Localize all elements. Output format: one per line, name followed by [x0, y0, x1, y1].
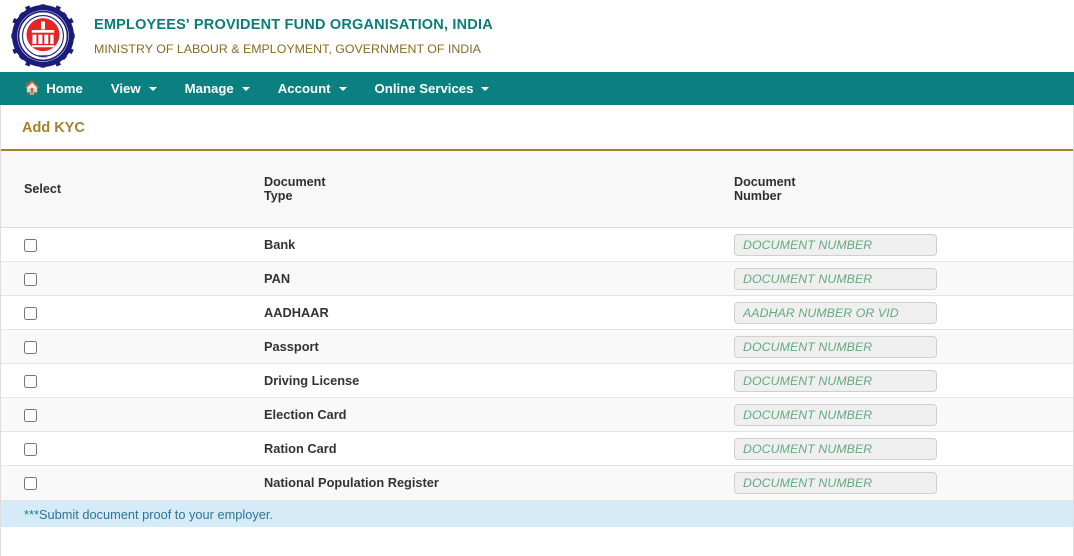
- status-notice: ***Submit document proof to your employe…: [1, 499, 1073, 527]
- document-type-label: Driving License: [264, 373, 360, 388]
- cell-other: [939, 261, 1073, 296]
- site-header: भारत EMPLOYEES' PROVIDENT FUND ORGANISAT…: [0, 0, 1074, 72]
- nav-item-account-label: Account: [277, 80, 331, 96]
- chevron-down-icon: [148, 87, 157, 91]
- nav-item-view-label: View: [110, 80, 141, 96]
- table-row: National Population Register: [1, 465, 1073, 500]
- document-number-input[interactable]: [734, 403, 937, 426]
- document-type-label: National Population Register: [264, 475, 439, 491]
- page-org-title: EMPLOYEES' PROVIDENT FUND ORGANISATION, …: [94, 16, 493, 33]
- cell-document-type: Bank: [119, 227, 355, 262]
- table-row: Driving License: [1, 363, 1073, 398]
- document-type-label: PAN: [264, 271, 291, 286]
- row-select-checkbox[interactable]: [24, 273, 37, 287]
- table-body: Bank PAN AADHAAR Passport Driving License Ele…: [1, 227, 1073, 500]
- column-header-select: Select: [1, 151, 119, 228]
- svg-text:भारत: भारत: [39, 55, 48, 60]
- cell-document-number: [355, 295, 937, 330]
- row-select-checkbox[interactable]: [24, 375, 37, 389]
- nav-item-account[interactable]: Account: [264, 72, 361, 104]
- cell-other: [939, 431, 1073, 466]
- cell-document-number: [355, 431, 937, 466]
- add-kyc-panel: Add KYC Select Document Type Document Nu…: [0, 105, 1074, 556]
- row-select-checkbox[interactable]: [24, 443, 37, 457]
- document-type-label: Bank: [264, 237, 296, 252]
- cell-select: [1, 363, 119, 398]
- cell-document-number: [355, 261, 937, 296]
- column-header-other: Other: [939, 151, 1073, 228]
- chevron-down-icon: [481, 87, 490, 91]
- cell-other: [939, 363, 1073, 398]
- column-header-document-type: Document Type: [119, 151, 355, 228]
- cell-other: [939, 397, 1073, 432]
- table-header-row: Select Document Type Document Number Nam…: [1, 151, 1073, 228]
- page-title: Add KYC: [22, 120, 85, 136]
- cell-document-number: [355, 227, 937, 262]
- cell-select: [1, 261, 119, 296]
- document-number-input[interactable]: [734, 437, 937, 460]
- cell-document-type: AADHAAR: [119, 295, 355, 330]
- document-number-input[interactable]: [734, 335, 937, 358]
- document-number-input[interactable]: [734, 471, 937, 494]
- nav-item-manage[interactable]: Manage: [171, 72, 264, 104]
- home-icon: 🏠: [24, 79, 41, 95]
- document-number-input[interactable]: [734, 369, 937, 392]
- document-type-label: Passport: [264, 339, 319, 354]
- document-number-input[interactable]: [734, 301, 937, 324]
- table-row: Election Card: [1, 397, 1073, 432]
- nav-item-online-services[interactable]: Online Services: [361, 72, 504, 104]
- cell-other: [939, 465, 1073, 500]
- document-number-input[interactable]: [734, 233, 937, 256]
- cell-document-number: [355, 363, 937, 398]
- kyc-document-table: Select Document Type Document Number Nam…: [1, 151, 1073, 500]
- nav-item-home[interactable]: 🏠 Home: [10, 72, 97, 104]
- row-select-checkbox[interactable]: [24, 477, 37, 491]
- cell-select: [1, 431, 119, 466]
- panel-heading: Add KYC: [1, 105, 1073, 151]
- table-row: PAN: [1, 261, 1073, 296]
- cell-select: [1, 465, 119, 500]
- nav-item-view[interactable]: View: [97, 72, 171, 104]
- nav-item-manage-label: Manage: [184, 80, 234, 96]
- cell-document-type: Ration Card: [119, 431, 355, 466]
- document-type-label: Election Card: [264, 407, 347, 422]
- document-type-label: Ration Card: [264, 441, 337, 456]
- cell-select: [1, 397, 119, 432]
- cell-document-type: Driving License: [119, 363, 359, 398]
- nav-item-online-services-label: Online Services: [374, 80, 474, 96]
- form-action-bar: Save Cancel: [1, 526, 1073, 556]
- cell-other: [939, 329, 1073, 364]
- document-type-label: AADHAAR: [264, 305, 329, 320]
- table-row: Bank: [1, 227, 1073, 262]
- row-select-checkbox[interactable]: [24, 307, 37, 321]
- cell-other: [939, 227, 1073, 262]
- row-select-checkbox[interactable]: [24, 409, 37, 423]
- cell-document-type: PAN: [119, 261, 355, 296]
- cell-document-type: National Population Register: [119, 465, 439, 500]
- page-org-subtitle: MINISTRY OF LABOUR & EMPLOYMENT, GOVERNM…: [94, 41, 481, 56]
- table-header: Select Document Type Document Number Nam…: [1, 151, 1073, 228]
- row-select-checkbox[interactable]: [24, 239, 37, 253]
- column-header-document-number: Document Number: [355, 151, 796, 228]
- cell-document-number: [355, 329, 937, 364]
- cell-document-number: [355, 397, 937, 432]
- nav-item-home-label: Home: [46, 80, 83, 96]
- cell-document-type: Passport: [119, 329, 355, 364]
- table-row: Ration Card: [1, 431, 1073, 466]
- chevron-down-icon: [241, 87, 250, 91]
- table-row: Passport: [1, 329, 1073, 364]
- row-select-checkbox[interactable]: [24, 341, 37, 355]
- document-number-input[interactable]: [734, 267, 937, 290]
- main-navbar: 🏠 Home View Manage Account Online Servic…: [0, 72, 1074, 105]
- table-row: AADHAAR: [1, 295, 1073, 330]
- brand-text: EMPLOYEES' PROVIDENT FUND ORGANISATION, …: [94, 16, 493, 57]
- cell-other: [939, 295, 1073, 330]
- epfo-gear-emblem-icon: भारत: [6, 3, 80, 69]
- cell-select: [1, 227, 119, 262]
- chevron-down-icon: [338, 87, 347, 91]
- cell-select: [1, 329, 119, 364]
- cell-select: [1, 295, 119, 330]
- cell-document-type: Election Card: [119, 397, 355, 432]
